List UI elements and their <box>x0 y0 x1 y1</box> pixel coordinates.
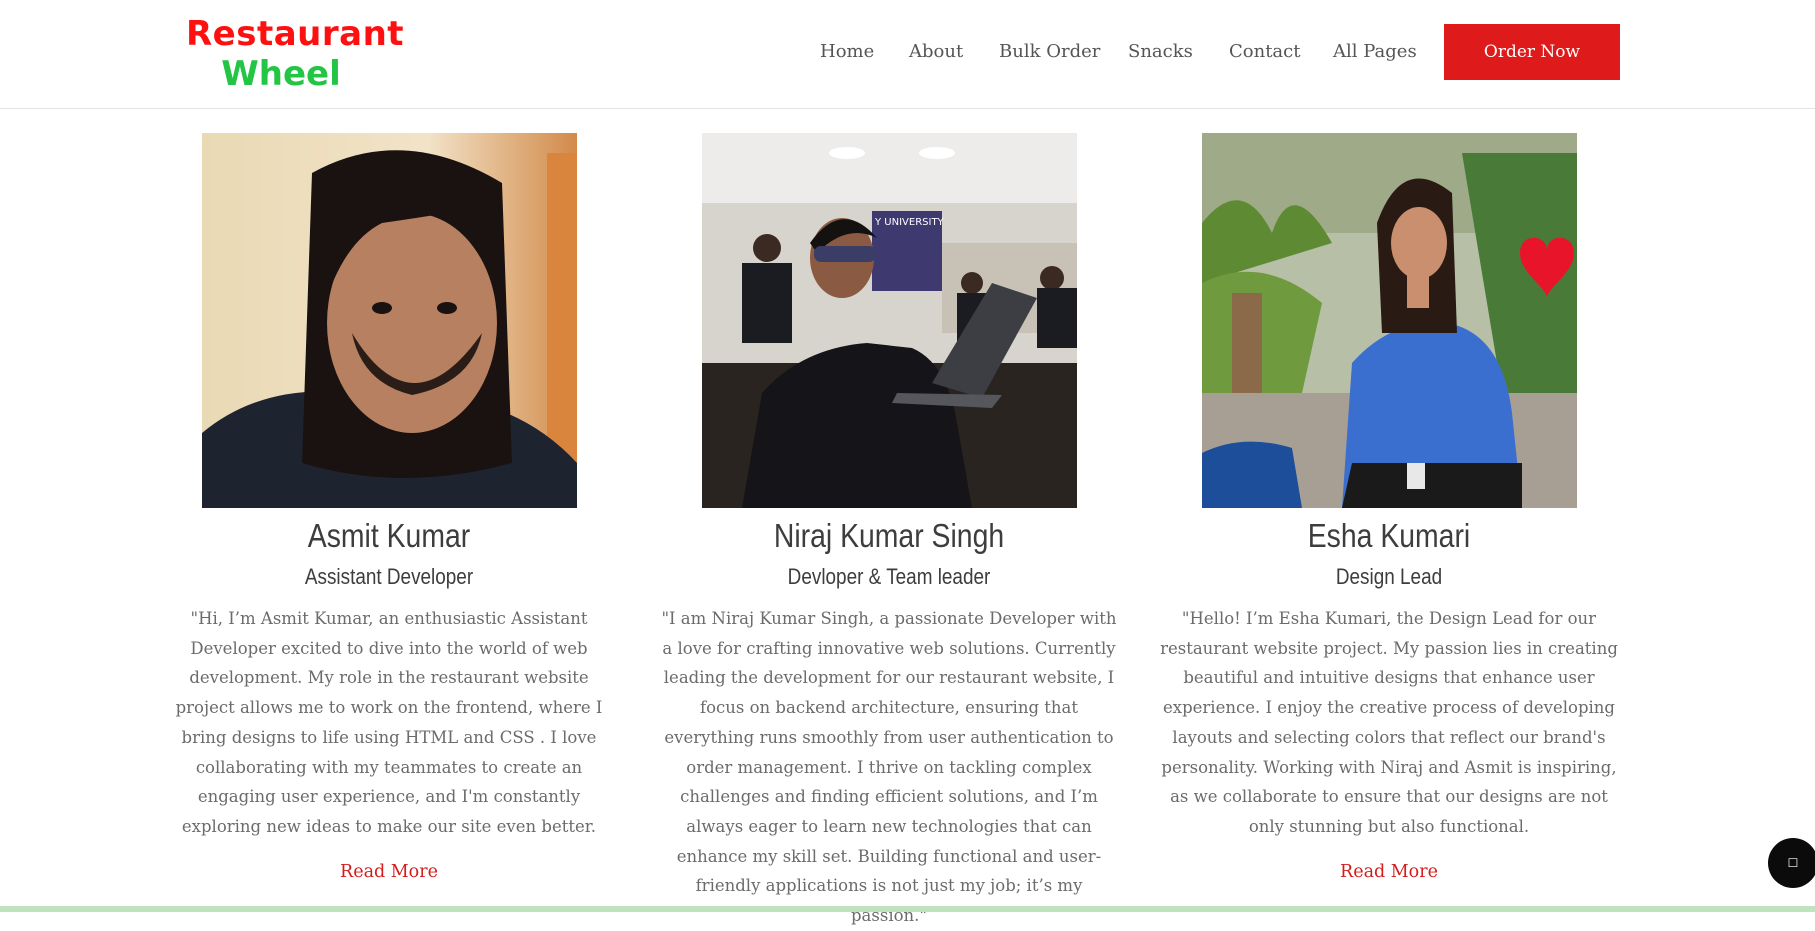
nav-home[interactable]: Home <box>820 40 874 64</box>
read-more-link[interactable]: Read More <box>340 862 438 882</box>
team-card: Esha Kumari Design Lead "Hello! I’m Esha… <box>1154 133 1624 882</box>
member-bio: "I am Niraj Kumar Singh, a passionate De… <box>661 609 1117 926</box>
read-more-link[interactable]: Read More <box>1340 862 1438 882</box>
nav-snacks[interactable]: Snacks <box>1128 40 1193 64</box>
nav-all-pages[interactable]: All Pages <box>1333 40 1417 64</box>
team-photo <box>201 133 577 508</box>
team-card: Y UNIVERSITY Niraj Kumar Singh Devloper … <box>654 133 1124 931</box>
nav-about[interactable]: About <box>909 40 963 64</box>
member-name: Niraj Kumar Singh <box>773 517 1005 554</box>
chat-icon[interactable]: ☐ <box>1768 838 1815 888</box>
page-bottom-bar <box>0 906 1815 912</box>
member-name: Esha Kumari <box>1307 517 1471 554</box>
member-name: Asmit Kumar <box>307 517 471 554</box>
photo-banner-text: Y UNIVERSITY <box>874 217 945 228</box>
member-bio: "Hi, I’m Asmit Kumar, an enthusiastic As… <box>175 609 603 836</box>
team-photo <box>1201 133 1577 508</box>
team-photo: Y UNIVERSITY <box>701 133 1077 508</box>
team-card: Asmit Kumar Assistant Developer "Hi, I’m… <box>154 133 624 882</box>
site-header: Restaurant Wheel Home About Bulk Order S… <box>0 0 1815 109</box>
nav-contact[interactable]: Contact <box>1229 40 1300 64</box>
order-now-button[interactable]: Order Now <box>1444 24 1620 80</box>
nav-bulk-order[interactable]: Bulk Order <box>999 40 1100 64</box>
member-role: Design Lead <box>1335 564 1443 589</box>
member-role: Devloper & Team leader <box>787 564 991 589</box>
member-role: Assistant Developer <box>304 564 474 589</box>
member-bio: "Hello! I’m Esha Kumari, the Design Lead… <box>1160 609 1618 836</box>
